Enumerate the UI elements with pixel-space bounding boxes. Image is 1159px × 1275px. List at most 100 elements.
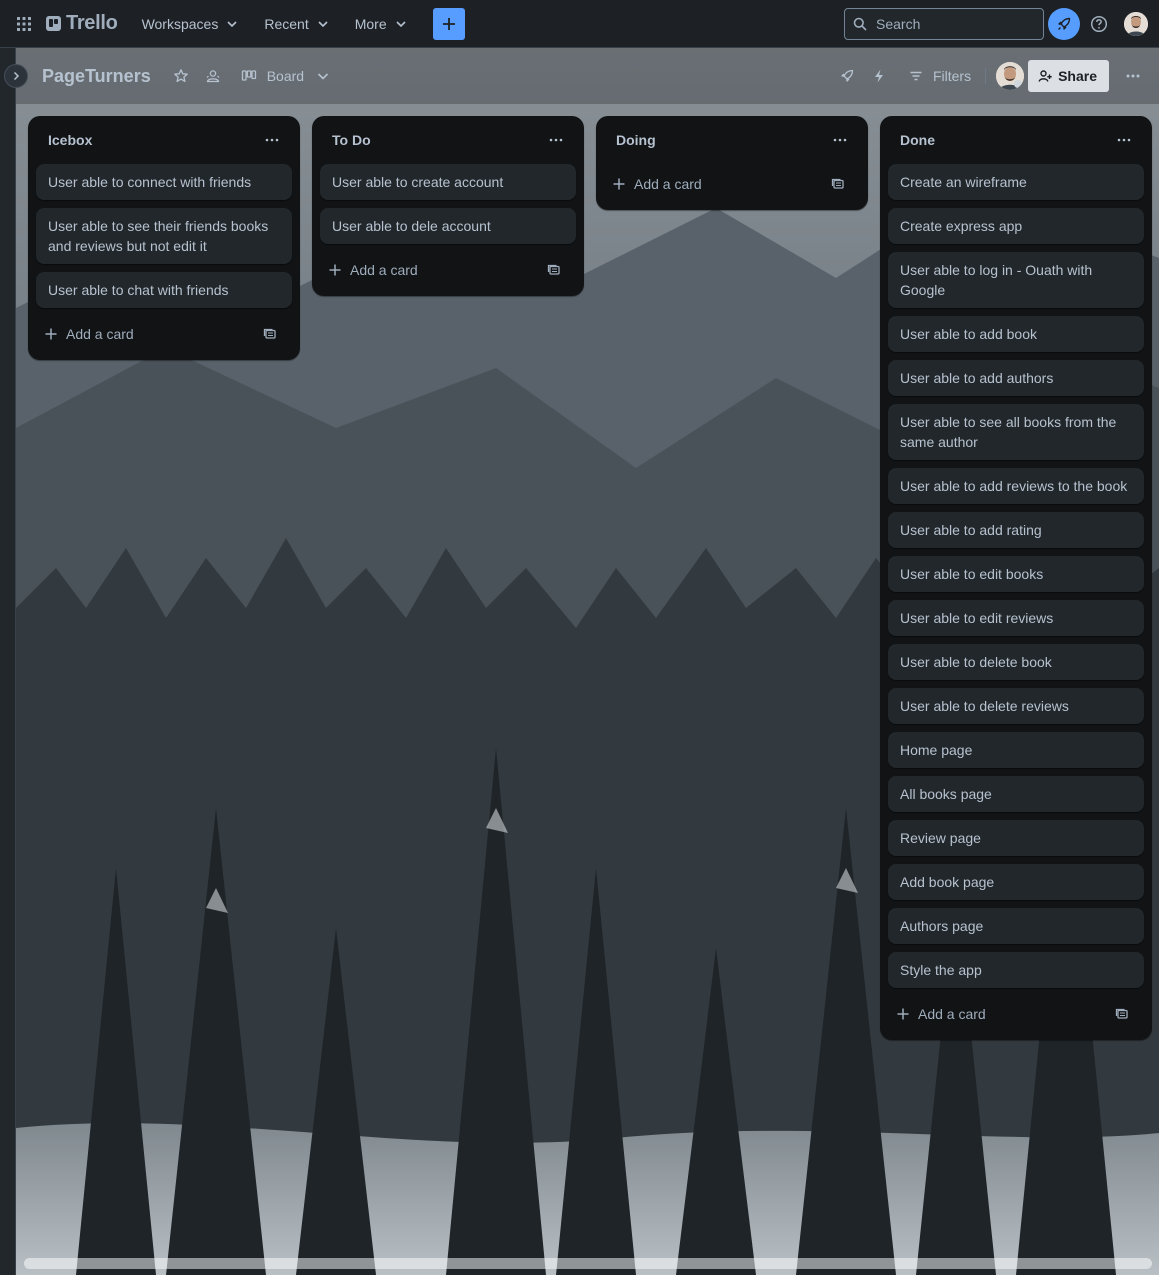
chevron-down-icon: [396, 20, 406, 27]
list-menu-button[interactable]: [1108, 124, 1140, 156]
chevron-down-icon: [317, 73, 329, 80]
template-icon: [263, 328, 276, 339]
template-icon: [831, 178, 844, 189]
card[interactable]: User able to see their friends books and…: [36, 208, 292, 264]
card[interactable]: User able to add book: [888, 316, 1144, 352]
plus-icon: [329, 264, 341, 276]
create-from-template-button[interactable]: [256, 320, 284, 348]
card[interactable]: User able to delete book: [888, 644, 1144, 680]
search-input[interactable]: [876, 16, 1026, 32]
add-card-label: Add a card: [634, 176, 702, 192]
star-board-button[interactable]: [165, 60, 197, 92]
filters-button[interactable]: Filters: [903, 60, 977, 92]
card[interactable]: User able to delete reviews: [888, 688, 1144, 724]
create-from-template-button[interactable]: [824, 170, 852, 198]
card[interactable]: Review page: [888, 820, 1144, 856]
list-title[interactable]: To Do: [332, 132, 371, 148]
filters-label: Filters: [932, 68, 972, 84]
card[interactable]: User able to dele account: [320, 208, 576, 244]
scrollbar-thumb[interactable]: [24, 1258, 1152, 1269]
card[interactable]: Home page: [888, 732, 1144, 768]
workspaces-menu[interactable]: Workspaces: [134, 8, 247, 40]
card[interactable]: Authors page: [888, 908, 1144, 944]
header-divider: [985, 68, 987, 84]
card[interactable]: User able to add reviews to the book: [888, 468, 1144, 504]
board-view-switcher[interactable]: Board: [235, 60, 336, 92]
add-card-button[interactable]: Add a card: [612, 176, 702, 192]
board-menu-button[interactable]: [1117, 60, 1149, 92]
workspace-sidebar-collapsed: [0, 48, 16, 1275]
board-view-label: Board: [266, 68, 305, 84]
add-card-row: Add a card: [36, 316, 292, 352]
filter-icon: [910, 71, 922, 81]
card[interactable]: User able to log in - Ouath with Google: [888, 252, 1144, 308]
more-menu[interactable]: More: [347, 8, 415, 40]
main-nav-menu: Workspaces Recent More: [134, 7, 465, 40]
trello-logo-icon: [46, 16, 61, 31]
power-ups-button[interactable]: [831, 60, 863, 92]
notifications-button[interactable]: [1048, 8, 1080, 40]
grid-icon: [17, 16, 31, 31]
trello-logo-text: Trello: [66, 12, 118, 34]
card[interactable]: Style the app: [888, 952, 1144, 988]
plus-icon: [897, 1008, 909, 1020]
add-card-button[interactable]: Add a card: [44, 326, 134, 342]
card[interactable]: User able to create account: [320, 164, 576, 200]
create-button[interactable]: [432, 7, 465, 40]
card[interactable]: User able to edit books: [888, 556, 1144, 592]
trello-logo[interactable]: Trello: [46, 8, 118, 40]
board-member-avatar[interactable]: [996, 62, 1025, 90]
card[interactable]: User able to edit reviews: [888, 600, 1144, 636]
list-title[interactable]: Done: [900, 132, 935, 148]
add-card-row: Add a card: [604, 166, 860, 202]
rocket-icon: [1058, 17, 1071, 30]
help-icon: [1090, 15, 1108, 33]
list-menu-button[interactable]: [824, 124, 856, 156]
add-card-row: Add a card: [888, 996, 1144, 1032]
board-header: PageTurners Board Filters Share: [16, 48, 1159, 104]
more-label: More: [354, 15, 387, 32]
app-switcher-button[interactable]: [8, 8, 40, 40]
create-from-template-button[interactable]: [540, 256, 568, 284]
automation-button[interactable]: [863, 60, 895, 92]
card[interactable]: Create an wireframe: [888, 164, 1144, 200]
list-menu-button[interactable]: [540, 124, 572, 156]
rocket-outline-icon: [841, 69, 854, 82]
card[interactable]: Add book page: [888, 864, 1144, 900]
card[interactable]: User able to see all books from the same…: [888, 404, 1144, 460]
board-title[interactable]: PageTurners: [42, 66, 151, 87]
board-horizontal-scrollbar[interactable]: [24, 1258, 1152, 1269]
add-card-button[interactable]: Add a card: [896, 1006, 986, 1022]
add-card-button[interactable]: Add a card: [328, 262, 418, 278]
more-horizontal-icon: [833, 138, 847, 142]
list-menu-button[interactable]: [256, 124, 288, 156]
top-nav: Trello Workspaces Recent More: [0, 0, 1159, 48]
create-from-template-button[interactable]: [1108, 1000, 1136, 1028]
list-title[interactable]: Doing: [616, 132, 656, 148]
card[interactable]: User able to connect with friends: [36, 164, 292, 200]
user-avatar-image: [1124, 12, 1148, 36]
card[interactable]: All books page: [888, 776, 1144, 812]
list-to-do: To Do User able to create account User a…: [312, 116, 584, 296]
card[interactable]: Create express app: [888, 208, 1144, 244]
share-button[interactable]: Share: [1028, 60, 1109, 92]
user-avatar[interactable]: [1124, 12, 1148, 36]
visibility-button[interactable]: [197, 60, 229, 92]
workspaces-label: Workspaces: [141, 15, 219, 32]
help-button[interactable]: [1087, 12, 1111, 36]
template-icon: [547, 264, 560, 275]
more-horizontal-icon: [265, 138, 279, 142]
more-horizontal-icon: [549, 138, 563, 142]
list-header: Doing: [604, 116, 860, 164]
list-title[interactable]: Icebox: [48, 132, 92, 148]
list-doing: Doing Add a card: [596, 116, 868, 210]
template-icon: [1115, 1008, 1128, 1019]
card[interactable]: User able to add rating: [888, 512, 1144, 548]
add-card-label: Add a card: [350, 262, 418, 278]
card[interactable]: User able to add authors: [888, 360, 1144, 396]
expand-sidebar-button[interactable]: [4, 64, 28, 88]
search-box[interactable]: [844, 8, 1044, 40]
recent-menu[interactable]: Recent: [256, 8, 336, 40]
card[interactable]: User able to chat with friends: [36, 272, 292, 308]
star-icon: [173, 69, 188, 83]
